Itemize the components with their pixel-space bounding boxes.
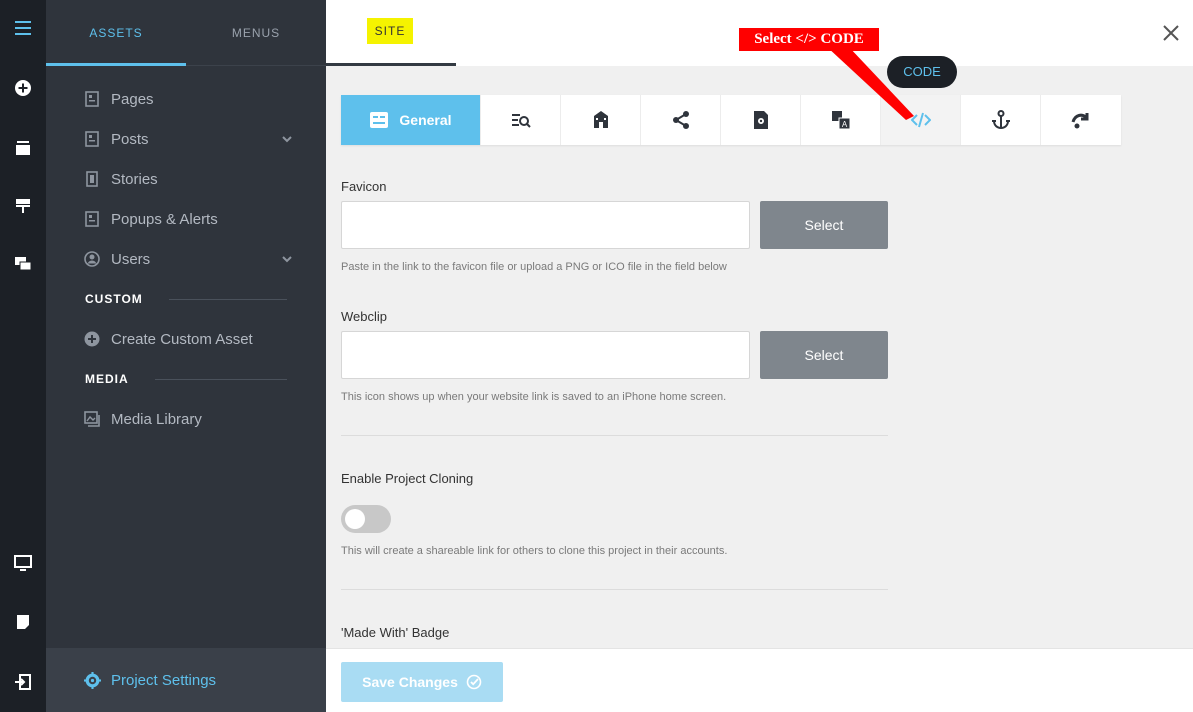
tab-assets[interactable]: ASSETS (46, 0, 186, 66)
cloning-toggle[interactable] (341, 505, 391, 533)
story-icon (84, 171, 100, 187)
seo-icon (511, 114, 531, 128)
cloning-help-text: This will create a shareable link for ot… (341, 545, 728, 557)
code-tooltip: CODE (887, 56, 957, 88)
webclip-select-button[interactable]: Select (760, 331, 888, 379)
section-heading-custom: CUSTOM (85, 291, 287, 307)
tab-general[interactable]: General (341, 95, 481, 145)
layers-icon[interactable] (0, 133, 46, 163)
tab-file-settings[interactable] (721, 95, 801, 145)
site-tab-label: SITE (367, 18, 413, 44)
file-settings-icon (753, 111, 768, 129)
tab-general-label: General (399, 112, 452, 128)
section-heading-media: MEDIA (85, 371, 287, 387)
sidebar-item-posts[interactable]: Posts (84, 127, 294, 151)
tab-menus[interactable]: MENUS (186, 0, 326, 66)
cloning-label: Enable Project Cloning (341, 471, 474, 486)
images-icon (84, 411, 100, 427)
sidebar-item-users[interactable]: Users (84, 247, 294, 271)
sidebar-tabs: ASSETS MENUS (46, 0, 326, 66)
favicon-select-button[interactable]: Select (760, 201, 888, 249)
exit-icon[interactable] (0, 667, 46, 697)
general-icon (370, 112, 389, 128)
project-settings-label: Project Settings (111, 671, 217, 689)
toggle-knob (345, 509, 365, 529)
annotation-label: Select </> CODE (739, 28, 879, 51)
sidebar-item-label: Stories (111, 170, 158, 188)
tab-seo[interactable] (481, 95, 561, 145)
favicon-help-text: Paste in the link to the favicon file or… (341, 261, 727, 273)
page-icon (84, 91, 100, 107)
gear-icon (84, 671, 101, 689)
add-circle-icon (84, 331, 100, 347)
paint-roller-icon[interactable] (0, 191, 46, 221)
create-custom-asset-item[interactable]: Create Custom Asset (84, 327, 294, 351)
page-icon (84, 211, 100, 227)
tab-redirect[interactable] (1041, 95, 1121, 145)
redirect-icon (1071, 113, 1089, 129)
divider (341, 589, 888, 590)
comments-icon[interactable] (0, 249, 46, 279)
favicon-input[interactable] (341, 201, 750, 249)
tab-share[interactable] (641, 95, 721, 145)
close-icon[interactable] (1161, 23, 1181, 43)
anchor-icon (991, 110, 1010, 130)
tab-anchor[interactable] (961, 95, 1041, 145)
page-icon (84, 131, 100, 147)
save-changes-button[interactable]: Save Changes (341, 662, 503, 702)
tab-school[interactable] (561, 95, 641, 145)
tab-site[interactable]: SITE (326, 0, 456, 66)
note-icon[interactable] (0, 607, 46, 637)
sidebar-item-label: Users (111, 250, 151, 268)
chevron-down-icon[interactable] (280, 132, 294, 146)
sidebar-item-label: Posts (111, 130, 149, 148)
add-circle-icon[interactable] (0, 73, 46, 103)
save-changes-label: Save Changes (362, 674, 458, 690)
assets-sidebar: ASSETS MENUS Pages Posts Stories Popups … (46, 0, 326, 712)
desktop-icon[interactable] (0, 548, 46, 578)
sidebar-item-label: Create Custom Asset (111, 330, 253, 348)
favicon-label: Favicon (341, 179, 387, 194)
check-circle-icon (466, 674, 482, 690)
sidebar-item-popups-alerts[interactable]: Popups & Alerts (84, 207, 294, 231)
icon-rail (0, 0, 46, 712)
school-icon (593, 111, 608, 128)
settings-panel: SITE Select </> CODE CODE General A Favi… (326, 0, 1193, 712)
sidebar-item-pages[interactable]: Pages (84, 87, 294, 111)
sidebar-item-label: Popups & Alerts (111, 210, 218, 228)
sidebar-item-media-library[interactable]: Media Library (84, 407, 294, 431)
sidebar-item-stories[interactable]: Stories (84, 167, 294, 191)
project-settings-item[interactable]: Project Settings (46, 648, 326, 712)
webclip-input[interactable] (341, 331, 750, 379)
settings-icon-tabs: General A (341, 95, 1121, 145)
chevron-down-icon[interactable] (280, 252, 294, 266)
sidebar-item-label: Media Library (111, 410, 202, 428)
webclip-label: Webclip (341, 309, 388, 324)
webclip-help-text: This icon shows up when your website lin… (341, 391, 727, 403)
user-circle-icon (84, 251, 100, 267)
menu-icon[interactable] (0, 13, 46, 43)
share-icon (672, 111, 689, 129)
made-with-badge-label: 'Made With' Badge (341, 625, 450, 640)
footer-bar: Save Changes (326, 648, 1193, 712)
divider (341, 435, 888, 436)
sidebar-item-label: Pages (111, 90, 154, 108)
